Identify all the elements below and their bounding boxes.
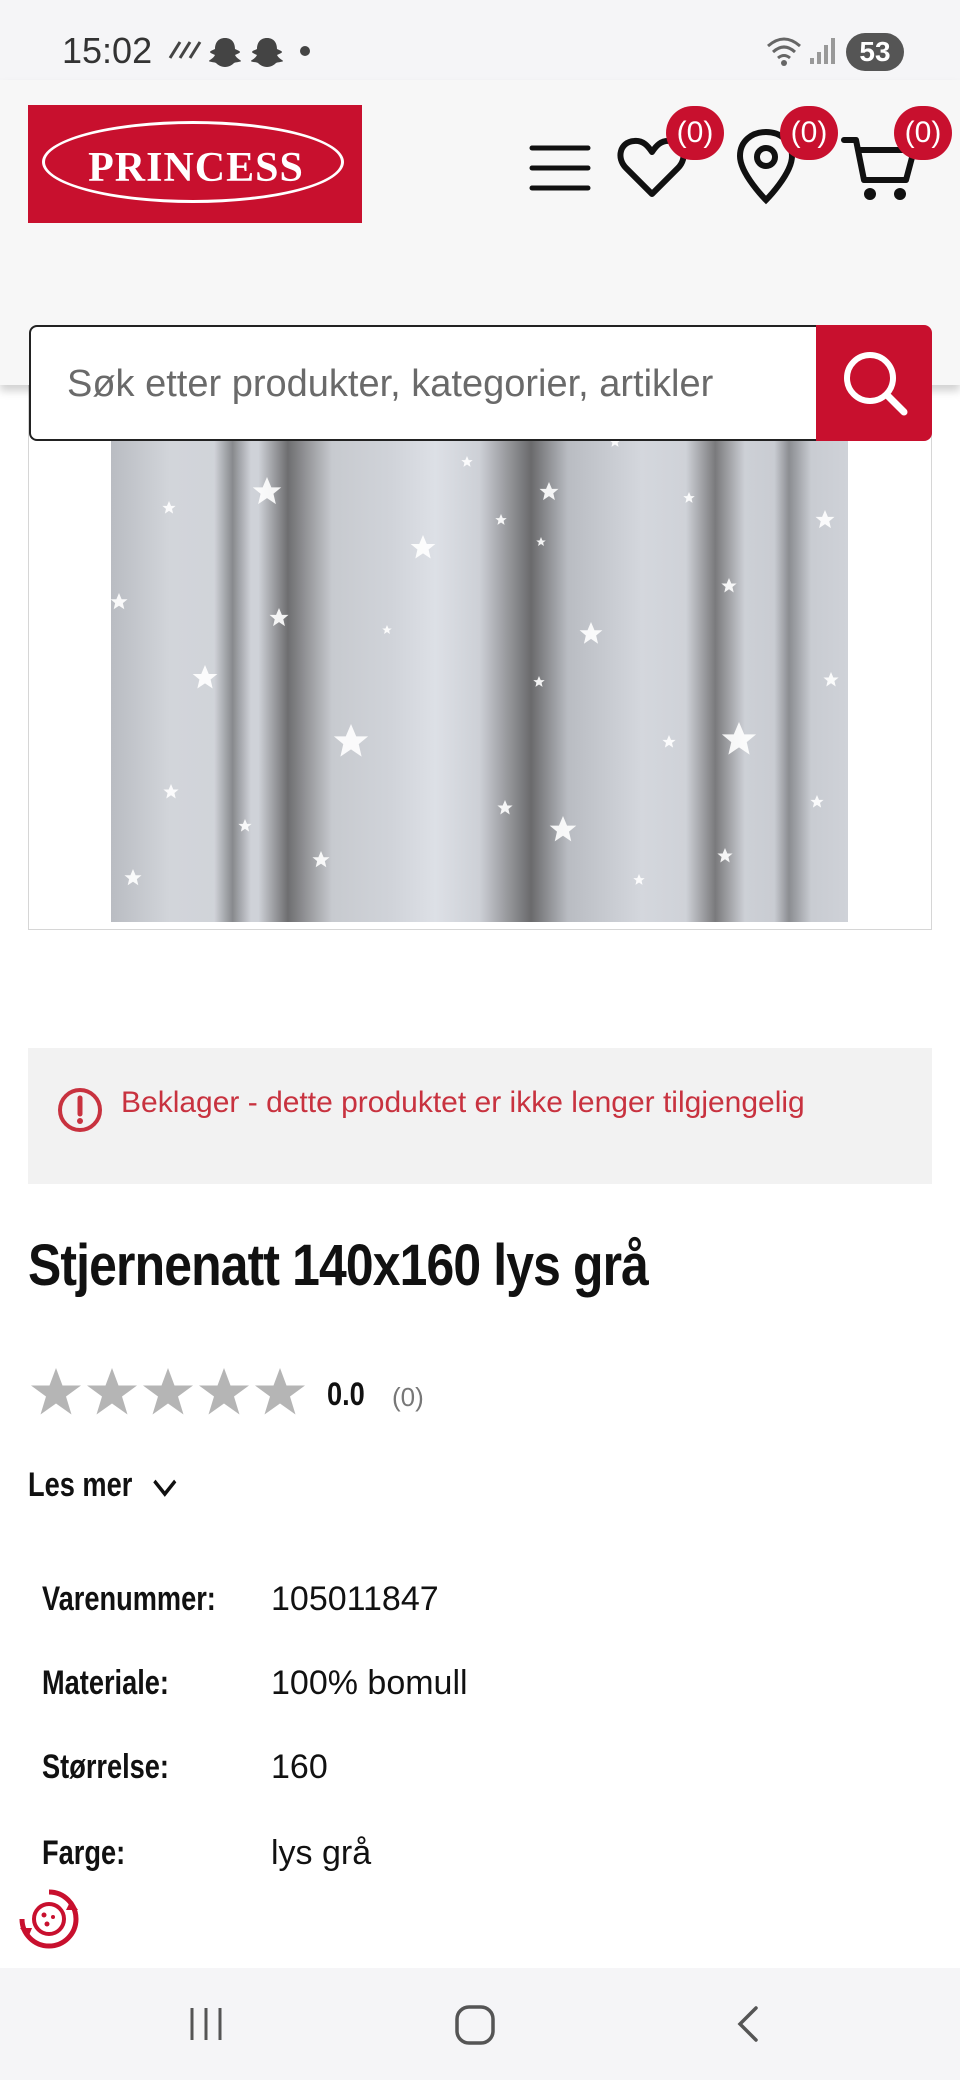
wifi-icon <box>767 37 801 66</box>
product-title: Stjernenatt 140x160 lys grå <box>28 1233 649 1298</box>
notification-dot-icon <box>300 46 310 56</box>
logo-text: PRINCESS <box>88 145 304 191</box>
spec-label-item-number: Varenummer: <box>42 1580 216 1618</box>
search-field[interactable] <box>29 325 817 441</box>
star-icon-2 <box>87 1368 137 1415</box>
spec-label-size: Størrelse: <box>42 1748 169 1786</box>
cart-button[interactable]: (0) <box>840 106 952 208</box>
spec-value-item-number: 105011847 <box>271 1580 439 1618</box>
home-icon[interactable] <box>454 2004 496 2046</box>
princess-logo[interactable]: PRINCESS <box>28 105 362 223</box>
cart-count-badge: (0) <box>894 106 952 160</box>
site-header: PRINCESS (0) (0) (0) <box>0 80 960 441</box>
system-nav-bar <box>0 1968 960 2080</box>
recent-apps-icon[interactable] <box>186 2004 226 2044</box>
chevron-down-icon <box>153 1479 177 1497</box>
alert-icon <box>58 1088 102 1132</box>
search-button[interactable] <box>816 325 932 441</box>
alert-message: Beklager - dette produktet er ikke lenge… <box>121 1086 805 1119</box>
star-icon-3 <box>143 1368 193 1415</box>
signal-icon <box>810 38 835 64</box>
spec-label-color: Farge: <box>42 1834 126 1872</box>
wishlist-count-badge: (0) <box>666 106 724 160</box>
logo-oval: PRINCESS <box>42 121 344 203</box>
back-icon[interactable] <box>728 2004 768 2044</box>
spec-value-color: lys grå <box>271 1834 372 1872</box>
rating-value: 0.0 <box>327 1376 365 1412</box>
read-more-label: Les mer <box>28 1466 133 1504</box>
product-image-frame <box>28 370 932 930</box>
search-input[interactable] <box>65 327 809 441</box>
battery-indicator: 53 <box>846 33 904 71</box>
snapchat-icon <box>209 38 241 67</box>
search-icon <box>844 352 908 416</box>
wishlist-button[interactable]: (0) <box>612 106 724 208</box>
status-time: 15:02 <box>62 30 153 71</box>
product-image-curtain[interactable] <box>111 370 848 922</box>
stores-count-badge: (0) <box>780 106 838 160</box>
spec-value-size: 160 <box>271 1748 328 1786</box>
rating-stars[interactable] <box>28 1366 312 1422</box>
unavailable-alert: Beklager - dette produktet er ikke lenge… <box>28 1048 932 1184</box>
star-icon-1 <box>31 1368 81 1415</box>
menu-icon[interactable] <box>528 140 592 196</box>
data-saver-icon <box>168 41 202 59</box>
spec-value-material: 100% bomull <box>271 1664 468 1702</box>
stores-button[interactable]: (0) <box>726 106 838 208</box>
star-icon-5 <box>255 1368 305 1415</box>
cookie-settings-icon[interactable] <box>16 1886 82 1952</box>
snapchat-icon-2 <box>251 38 283 67</box>
status-bar: 15:02 53 <box>0 0 960 80</box>
star-icon-4 <box>199 1368 249 1415</box>
read-more-toggle[interactable]: Les mer <box>28 1466 178 1505</box>
rating-count[interactable]: (0) <box>392 1382 424 1413</box>
spec-label-material: Materiale: <box>42 1664 169 1702</box>
